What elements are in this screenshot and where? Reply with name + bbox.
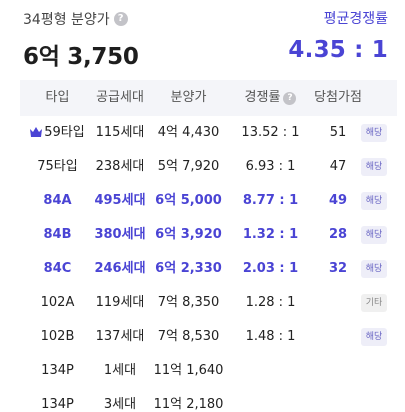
cell-score: 49 <box>328 193 348 208</box>
cell-supply: 246세대 <box>94 261 146 276</box>
cell-price: 7억 8,530 <box>157 329 220 344</box>
status-badge[interactable]: 해당 <box>361 226 387 244</box>
cell-score <box>308 286 368 320</box>
cell-score: 51 <box>329 125 347 140</box>
col-score: 당첨가점 <box>314 90 362 105</box>
table-row[interactable]: 102A 119세대 7억 8,350 1.28 : 1 기타 <box>20 286 397 320</box>
cell-price: 5억 7,920 <box>157 159 220 174</box>
col-ratio: 경쟁률 ? <box>228 80 313 116</box>
status-badge[interactable]: 해당 <box>361 124 387 142</box>
cell-supply: 137세대 <box>95 329 145 344</box>
cell-supply: 1세대 <box>103 363 137 378</box>
col-type: 타입 <box>45 90 70 105</box>
summary-header: 34평형 분양가 ? 6억 3,750 평균경쟁률 4.35 : 1 <box>0 0 405 78</box>
type-label: 134P <box>41 363 74 378</box>
crown-icon <box>30 127 43 137</box>
cell-supply: 119세대 <box>95 295 145 310</box>
type-label: 84C <box>43 261 72 276</box>
col-supply: 공급세대 <box>96 90 144 105</box>
cell-ratio <box>228 354 313 388</box>
col-price: 분양가 <box>170 90 207 105</box>
cell-type: 84B <box>20 218 95 252</box>
cell-score: 32 <box>328 261 348 276</box>
cell-price: 7억 8,350 <box>157 295 220 310</box>
cell-type: 102B <box>20 320 95 354</box>
cell-ratio: 8.77 : 1 <box>242 193 299 208</box>
cell-ratio: 6.93 : 1 <box>245 159 296 174</box>
cell-score <box>308 320 368 354</box>
type-label: 102A <box>40 295 75 310</box>
status-badge[interactable]: 해당 <box>361 158 387 176</box>
cell-type: 84A <box>20 184 95 218</box>
cell-type: 59타입 <box>20 116 95 150</box>
cell-ratio: 13.52 : 1 <box>241 125 300 140</box>
cell-ratio: 2.03 : 1 <box>242 261 299 276</box>
cell-price: 4억 4,430 <box>157 125 220 140</box>
table-row[interactable]: 134P 3세대 11억 2,180 <box>20 388 397 412</box>
unit-price-value: 6억 3,750 <box>23 44 139 70</box>
cell-type: 134P <box>20 388 95 412</box>
unit-price-block: 34평형 분양가 ? 6억 3,750 <box>23 9 139 71</box>
cell-supply: 3세대 <box>103 397 137 412</box>
type-label: 75타입 <box>37 159 78 174</box>
unit-price-label: 34평형 분양가 <box>23 12 110 28</box>
table-row[interactable]: 84C 246세대 6억 2,330 2.03 : 1 32 해당 <box>20 252 397 286</box>
table-header: 타입 공급세대 분양가 경쟁률 ? 당첨가점 <box>20 80 397 116</box>
cell-price: 6억 5,000 <box>155 193 222 208</box>
cell-type: 102A <box>20 286 95 320</box>
cell-price: 11억 2,180 <box>153 397 224 412</box>
table-row[interactable]: 134P 1세대 11억 1,640 <box>20 354 397 388</box>
type-label: 134P <box>41 397 74 412</box>
cell-score: 28 <box>328 227 348 242</box>
type-label: 59타입 <box>44 125 85 140</box>
cell-price: 6억 2,330 <box>155 261 222 276</box>
status-badge[interactable]: 해당 <box>361 192 387 210</box>
cell-score <box>308 354 368 388</box>
col-ratio-label: 경쟁률 <box>244 90 281 105</box>
table-row[interactable]: 102B 137세대 7억 8,530 1.48 : 1 해당 <box>20 320 397 354</box>
cell-score: 47 <box>329 159 347 174</box>
cell-ratio: 1.28 : 1 <box>245 295 296 310</box>
status-badge[interactable]: 해당 <box>361 260 387 278</box>
help-icon[interactable]: ? <box>113 12 128 26</box>
cell-score <box>308 388 368 412</box>
table-row[interactable]: 84A 495세대 6억 5,000 8.77 : 1 49 해당 <box>20 184 397 218</box>
cell-supply: 238세대 <box>95 159 145 174</box>
cell-type: 134P <box>20 354 95 388</box>
status-badge[interactable]: 기타 <box>361 294 387 312</box>
table-row[interactable]: 84B 380세대 6억 3,920 1.32 : 1 28 해당 <box>20 218 397 252</box>
cell-type: 84C <box>20 252 95 286</box>
cell-ratio: 1.48 : 1 <box>245 329 296 344</box>
cell-supply: 115세대 <box>95 125 145 140</box>
cell-supply: 380세대 <box>94 227 146 242</box>
cell-type: 75타입 <box>20 150 95 184</box>
cell-price: 6억 3,920 <box>155 227 222 242</box>
avg-ratio-value: 4.35 : 1 <box>288 37 388 63</box>
avg-ratio-label: 평균경쟁률 <box>323 11 388 27</box>
cell-ratio <box>228 388 313 412</box>
status-badge[interactable]: 해당 <box>361 328 387 346</box>
avg-ratio-block: 평균경쟁률 4.35 : 1 <box>288 9 388 63</box>
type-label: 84A <box>43 193 72 208</box>
type-label: 102B <box>40 329 75 344</box>
table-row[interactable]: 59타입 115세대 4억 4,430 13.52 : 1 51 해당 <box>20 116 397 150</box>
cell-ratio: 1.32 : 1 <box>242 227 299 242</box>
table-row[interactable]: 75타입 238세대 5억 7,920 6.93 : 1 47 해당 <box>20 150 397 184</box>
type-label: 84B <box>43 227 72 242</box>
cell-price: 11억 1,640 <box>153 363 224 378</box>
cell-supply: 495세대 <box>94 193 146 208</box>
help-icon[interactable]: ? <box>283 91 297 105</box>
